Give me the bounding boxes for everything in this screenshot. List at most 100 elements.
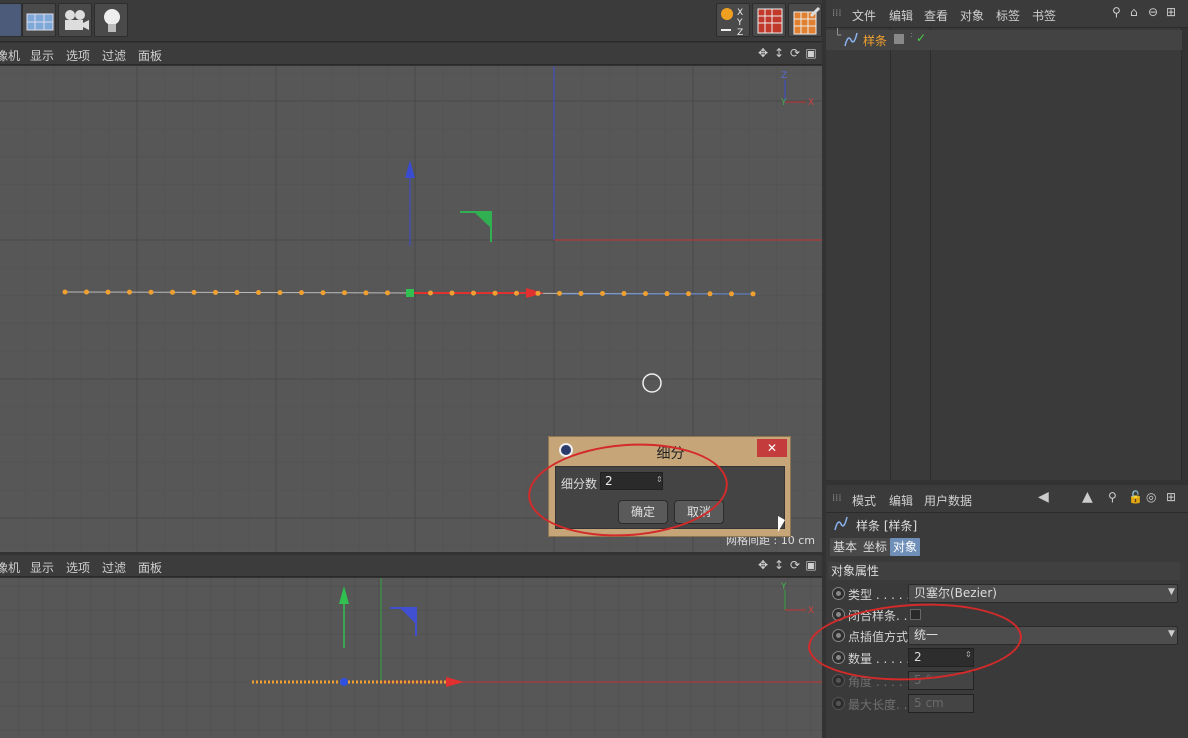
spline-point[interactable] <box>471 290 476 296</box>
move-view-icon[interactable]: ✥ <box>756 46 770 60</box>
menu-display[interactable]: 显示 <box>30 47 54 64</box>
dialog-close-button[interactable]: ✕ <box>757 439 787 457</box>
spline-point[interactable] <box>729 291 734 297</box>
render-settings-icon[interactable] <box>788 3 822 37</box>
animate-radio[interactable] <box>832 587 845 600</box>
object-manager: ⁞⁞⁞ 文件 编辑 查看 对象 标签 书签 ⚲ ⌂ ⊖ ⊞ └ 样条 : ✓ <box>826 0 1188 480</box>
viewport-top[interactable]: Y X <box>0 578 822 738</box>
maximize-view-icon[interactable]: ▣ <box>804 558 818 572</box>
cursor-arrow-icon[interactable]: ▲ <box>1082 489 1093 505</box>
menu-filter[interactable]: 过滤 <box>102 47 126 64</box>
attr-row-max-length: 最大长度. . 5 cm <box>826 693 1188 715</box>
spline-point[interactable] <box>600 291 605 296</box>
spline-point[interactable] <box>213 289 218 295</box>
menu-camera[interactable]: 像机 <box>0 559 20 576</box>
max-length-input: 5 cm <box>908 694 974 713</box>
spline-point[interactable] <box>84 289 89 295</box>
spline-point[interactable] <box>449 290 455 296</box>
attribute-menubar: ⁞⁞⁞ 模式 编辑 用户数据 ◀ ▲ ⚲ 🔓 ◎ ⊞ <box>826 485 1188 513</box>
home-icon[interactable]: ⌂ <box>1130 5 1138 19</box>
spline-point[interactable] <box>428 290 433 296</box>
tab-object[interactable]: 对象 <box>890 538 921 556</box>
tree-line-icon: └ <box>834 28 842 42</box>
spline-point[interactable] <box>191 289 197 295</box>
spline-point[interactable] <box>299 290 304 296</box>
camera-icon[interactable] <box>58 3 92 37</box>
spline-point[interactable] <box>234 289 240 295</box>
spline-point[interactable] <box>643 291 648 297</box>
zoom-view-icon[interactable]: ↕ <box>772 558 786 572</box>
spline-point[interactable] <box>385 290 390 296</box>
enabled-check-icon[interactable]: ✓ <box>916 31 926 45</box>
menu-panel[interactable]: 面板 <box>138 47 162 64</box>
spline-point[interactable] <box>320 290 326 296</box>
search-icon[interactable]: ⚲ <box>1112 5 1121 19</box>
spline-point[interactable] <box>342 290 347 296</box>
spline-point[interactable] <box>105 289 111 295</box>
menu-file[interactable]: 文件 <box>852 7 876 24</box>
svg-text:Y: Y <box>736 18 743 28</box>
menu-view[interactable]: 查看 <box>924 7 948 24</box>
menu-options[interactable]: 选项 <box>66 559 90 576</box>
spline-point[interactable] <box>148 289 154 295</box>
menu-camera[interactable]: 像机 <box>0 47 20 64</box>
collapse-icon[interactable]: ⊖ <box>1148 5 1158 19</box>
menu-object[interactable]: 对象 <box>960 7 984 24</box>
deformer-icon[interactable] <box>0 3 22 37</box>
spline-point[interactable] <box>707 291 713 297</box>
rotate-view-icon[interactable]: ⟳ <box>788 46 802 60</box>
rotate-view-icon[interactable]: ⟳ <box>788 558 802 572</box>
axis-z-label: Z <box>781 71 787 81</box>
menu-tag[interactable]: 标签 <box>996 7 1020 24</box>
light-icon[interactable] <box>94 3 128 37</box>
visibility-dots-icon[interactable]: : <box>910 30 913 39</box>
menu-display[interactable]: 显示 <box>30 559 54 576</box>
spline-point[interactable] <box>256 290 261 296</box>
lock-icon[interactable]: 🔓 <box>1128 490 1143 504</box>
menu-filter[interactable]: 过滤 <box>102 559 126 576</box>
search-icon[interactable]: ⚲ <box>1108 490 1117 504</box>
new-window-icon[interactable]: ⊞ <box>1166 490 1176 504</box>
spline-point[interactable] <box>363 290 369 296</box>
object-manager-menubar: ⁞⁞⁞ 文件 编辑 查看 对象 标签 书签 ⚲ ⌂ ⊖ ⊞ <box>826 0 1188 28</box>
menu-bookmark[interactable]: 书签 <box>1032 7 1056 24</box>
type-dropdown[interactable]: 贝塞尔(Bezier) <box>908 584 1178 603</box>
render-view-icon[interactable] <box>752 3 786 37</box>
move-view-icon[interactable]: ✥ <box>756 558 770 572</box>
menu-panel[interactable]: 面板 <box>138 559 162 576</box>
zoom-view-icon[interactable]: ↕ <box>772 46 786 60</box>
menu-mode[interactable]: 模式 <box>852 492 876 509</box>
spline-point[interactable] <box>127 289 132 295</box>
layer-icon[interactable] <box>894 34 904 44</box>
spline-point[interactable] <box>514 290 519 296</box>
menu-user-data[interactable]: 用户数据 <box>924 492 972 509</box>
back-arrow-icon[interactable]: ◀ <box>1038 489 1049 505</box>
spline-point[interactable] <box>578 290 584 296</box>
tab-basic[interactable]: 基本 <box>830 538 861 556</box>
menu-options[interactable]: 选项 <box>66 47 90 64</box>
menu-edit[interactable]: 编辑 <box>889 492 913 509</box>
spline-point[interactable] <box>686 291 691 297</box>
spline-point[interactable] <box>277 290 283 296</box>
maximize-view-icon[interactable]: ▣ <box>804 46 818 60</box>
viewport2-menubar: 像机 显示 选项 过滤 面板 ✥ ↕ ⟳ ▣ <box>0 555 822 577</box>
tab-coordinates[interactable]: 坐标 <box>860 538 891 556</box>
new-window-icon[interactable]: ⊞ <box>1166 5 1176 19</box>
spline-point[interactable] <box>664 291 670 297</box>
mouse-cursor <box>778 516 785 532</box>
type-label: 类型 . . . . . <box>848 588 911 602</box>
spline-point[interactable] <box>621 291 627 297</box>
xyz-axis-icon[interactable]: XYZ <box>716 3 750 38</box>
spline-point[interactable] <box>535 290 541 296</box>
target-icon[interactable]: ◎ <box>1146 490 1156 504</box>
object-title: 样条 [样条] <box>856 519 918 533</box>
spline-point[interactable] <box>557 290 562 296</box>
spline-point[interactable] <box>170 289 175 295</box>
object-row-spline[interactable]: └ 样条 : ✓ <box>826 28 1182 50</box>
spline-point[interactable] <box>492 290 498 296</box>
spline-point[interactable] <box>750 291 756 297</box>
floor-icon[interactable] <box>22 3 56 37</box>
menu-edit[interactable]: 编辑 <box>889 7 913 24</box>
spline-point[interactable] <box>62 289 68 295</box>
max-length-label: 最大长度. . <box>848 698 908 712</box>
